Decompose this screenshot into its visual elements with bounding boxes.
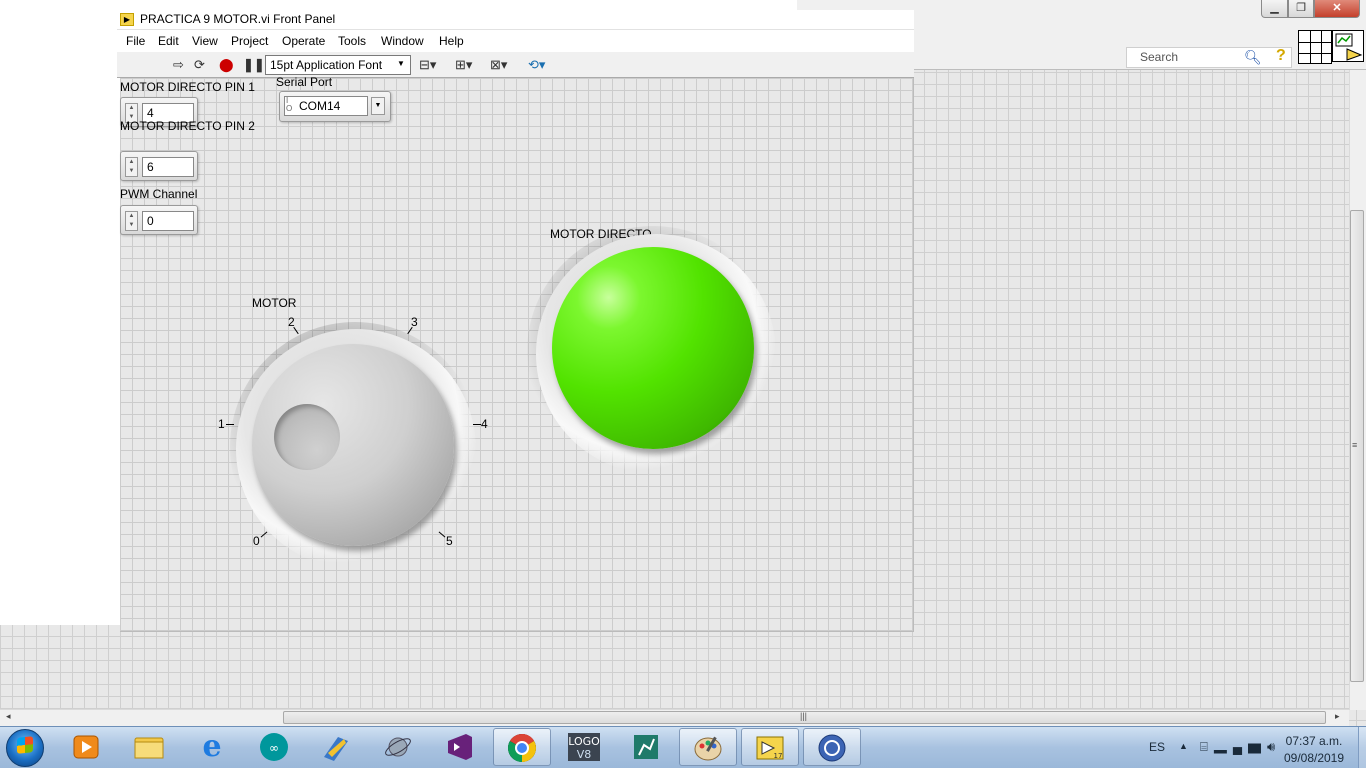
font-selector[interactable]: 15pt Application Font [265,55,411,75]
align-objects-icon[interactable]: ⊟▾ [419,57,436,73]
motor-directo-led[interactable] [552,247,754,449]
show-desktop-button[interactable] [1358,727,1366,768]
clock-time[interactable]: 07:37 a.m. [1282,734,1346,748]
app-13-icon[interactable] [803,728,861,766]
knob-tick-label: 5 [446,534,453,548]
increment-decrement-arrows-icon[interactable]: ▲ ▼ [125,211,138,231]
pause-icon[interactable]: ❚❚ [243,57,265,73]
maximize-button[interactable]: ❐ [1288,0,1314,18]
menu-file[interactable]: File [126,34,145,48]
abort-icon[interactable]: ⬤ [219,57,234,73]
svg-text:∞: ∞ [269,741,279,755]
svg-text:LOGO: LOGO [568,735,600,748]
menu-view[interactable]: View [192,34,218,48]
menu-edit[interactable]: Edit [158,34,179,48]
clock-date[interactable]: 09/08/2019 [1282,751,1346,765]
knob-tick-label: 0 [253,534,260,548]
scroll-grip-icon: ≡ [1352,440,1358,450]
knob-tick-label: 4 [481,417,488,431]
reorder-icon[interactable]: ⟲▾ [528,57,545,73]
help-icon[interactable]: ? [1276,47,1286,65]
knob-tick-mark [473,424,481,425]
pwm-channel-value[interactable]: 0 [142,211,194,231]
chrome-icon[interactable] [493,728,551,766]
search-icon[interactable]: 🔍︎ [1244,49,1262,66]
knob-tick-mark [226,424,234,425]
distribute-objects-icon[interactable]: ⊞▾ [455,57,472,73]
front-panel-canvas [120,78,914,632]
file-explorer-icon[interactable] [120,728,178,766]
minimize-button[interactable]: ▁ [1261,0,1288,18]
menu-tools[interactable]: Tools [338,34,366,48]
scroll-left-arrow-icon[interactable]: ◂ [6,711,11,722]
motor-pin2-control[interactable]: ▲ ▼ 6 [120,151,198,181]
pwm-channel-label: PWM Channel [120,187,198,201]
vi-icon[interactable] [1332,30,1364,62]
windows-logo-icon [17,736,33,754]
app-6-icon[interactable] [369,728,427,766]
desktop-blank-area [120,0,797,10]
menu-help[interactable]: Help [439,34,464,48]
connector-pane-icon[interactable] [1298,30,1332,64]
resize-objects-icon[interactable]: ⊠▾ [490,57,507,73]
run-arrow-icon[interactable]: ⇨ [173,57,184,73]
usb-device-icon[interactable]: ⌸ [1200,739,1214,754]
serial-port-value[interactable]: COM14 [284,96,368,116]
svg-text:V8: V8 [577,748,592,761]
motor-pin2-label: MOTOR DIRECTO PIN 2 [120,119,255,133]
knob-tick-label: 1 [218,417,225,431]
chevron-down-icon[interactable]: ▼ [371,97,385,115]
labview-vi-icon: ▶ [120,13,134,26]
labview-17-icon[interactable]: 17 [741,728,799,766]
scroll-right-arrow-icon[interactable]: ▸ [1335,711,1340,722]
app-5-icon[interactable] [307,728,365,766]
show-hidden-icons-icon[interactable]: ▲ [1179,741,1188,751]
network-signal-icon[interactable]: ▂▄▆ [1214,739,1267,754]
increment-decrement-arrows-icon[interactable]: ▲ ▼ [125,157,138,177]
run-continuous-icon[interactable]: ⟳ [194,57,205,73]
knob-pointer-dimple[interactable] [274,404,340,470]
arduino-icon[interactable]: ∞ [245,728,303,766]
front-panel-toolbar [117,52,914,78]
pwm-channel-control[interactable]: ▲ ▼ 0 [120,205,198,235]
app-10-icon[interactable] [617,728,675,766]
desktop-blank-area [0,0,120,625]
tray-icons[interactable]: ⌸▂▄▆🔊︎ [1200,739,1281,755]
menu-operate[interactable]: Operate [282,34,325,48]
visual-studio-icon[interactable] [431,728,489,766]
internet-explorer-icon[interactable]: e [183,728,241,766]
back-window-titlebar-strip [797,0,914,10]
serial-port-label: Serial Port [276,75,333,89]
paint-icon[interactable] [679,728,737,766]
scroll-grip-icon: ||| [800,711,808,721]
io-name-icon: IO [286,96,293,113]
motor-knob-label: MOTOR [252,296,297,310]
chevron-down-icon[interactable]: ▼ [397,59,405,68]
svg-text:17: 17 [774,752,783,760]
motor-pin1-label: MOTOR DIRECTO PIN 1 [120,80,255,94]
close-button[interactable]: ✕ [1314,0,1360,18]
menu-project[interactable]: Project [231,34,268,48]
window-title: PRACTICA 9 MOTOR.vi Front Panel [140,12,336,26]
volume-icon[interactable]: 🔊︎ [1267,739,1281,754]
logo-v8-icon[interactable]: LOGO V8 [555,728,613,766]
language-indicator[interactable]: ES [1149,740,1165,754]
menu-window[interactable]: Window [381,34,424,48]
motor-pin2-value[interactable]: 6 [142,157,194,177]
search-input[interactable]: Search [1126,47,1292,68]
windows-media-player-icon[interactable] [57,728,115,766]
